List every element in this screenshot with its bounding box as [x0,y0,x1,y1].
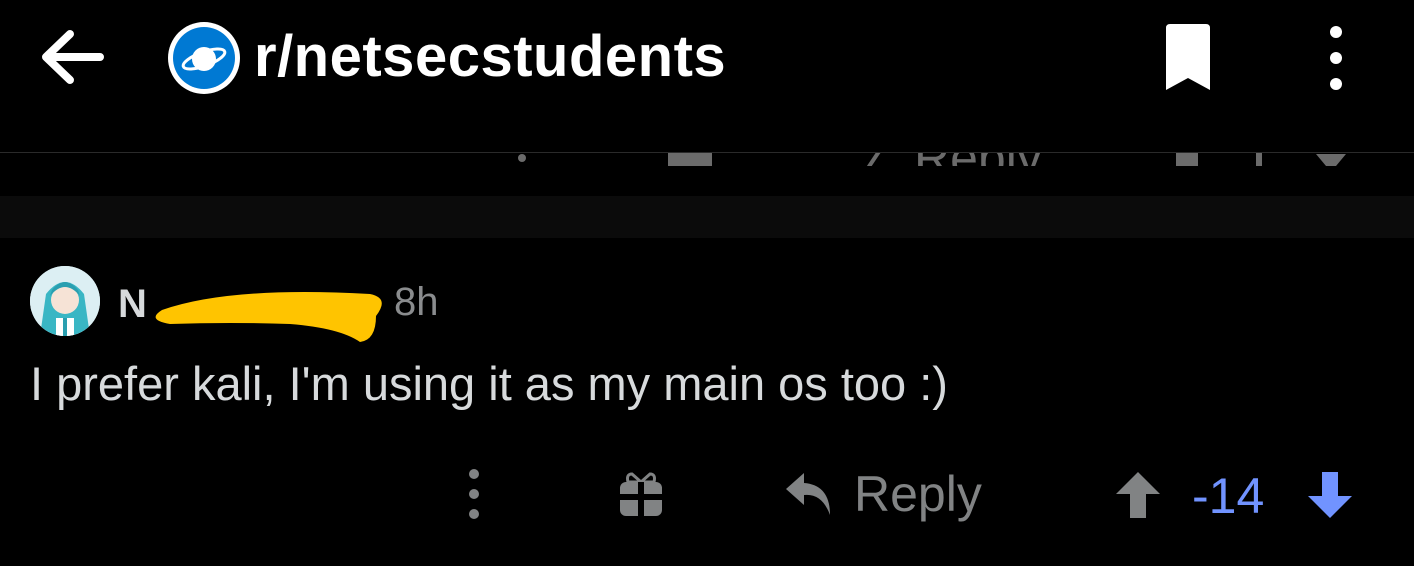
reply-button[interactable]: Reply [784,462,982,526]
subreddit-planet-icon[interactable] [168,22,240,94]
app-header: r/netsecstudents [0,0,1414,153]
avatar[interactable] [30,266,100,336]
more-vertical-icon[interactable] [518,154,526,162]
comment-timestamp: 8h [394,280,439,324]
gift-icon[interactable] [618,470,664,518]
comment-separator [0,196,1414,238]
upvote-icon[interactable] [1114,470,1162,520]
reply-arrow-icon [786,473,830,515]
back-arrow-icon[interactable] [38,26,106,88]
redaction-scribble [155,292,382,342]
vote-score: -14 [1192,468,1265,524]
more-vertical-icon[interactable] [1318,22,1354,94]
reply-label: Reply [854,466,982,522]
more-vertical-icon[interactable] [464,468,484,520]
subreddit-name[interactable]: r/netsecstudents [254,24,726,90]
bookmark-icon[interactable] [1160,22,1216,94]
downvote-icon[interactable] [1314,154,1348,166]
downvote-icon[interactable] [1306,470,1354,520]
comment-body: I prefer kali, I'm using it as my main o… [30,357,948,410]
